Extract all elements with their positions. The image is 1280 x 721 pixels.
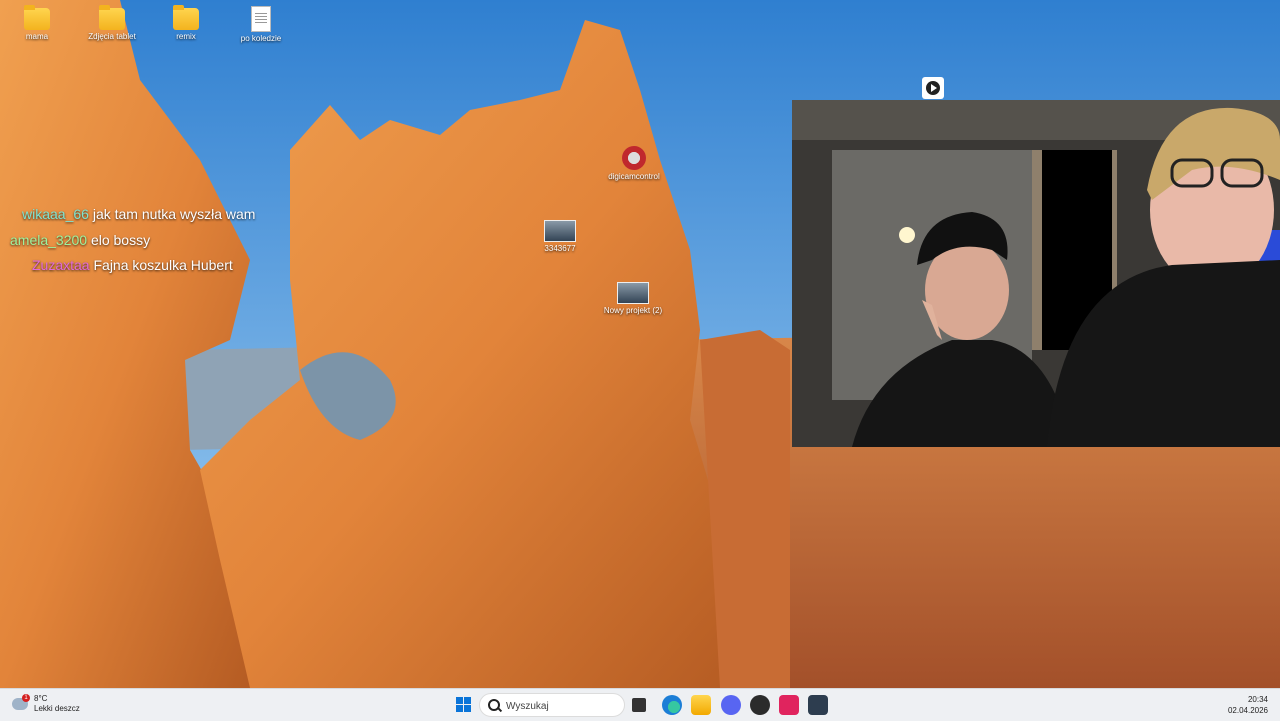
chat-username: Zuzaxtaa xyxy=(32,257,90,273)
desktop-icon-mama[interactable]: mama xyxy=(2,5,72,41)
desktop-icon-label: 3343677 xyxy=(544,244,576,253)
obs-icon[interactable] xyxy=(750,695,770,715)
clock-date: 02.04.2026 xyxy=(1227,706,1268,715)
discord-icon[interactable] xyxy=(721,695,741,715)
chat-username: amela_3200 xyxy=(10,232,88,248)
webcam-feed xyxy=(792,100,1280,447)
play-circle-icon[interactable] xyxy=(922,77,944,99)
desktop-icon-label: mama xyxy=(25,32,49,41)
desktop-icon-nowy-projekt[interactable]: Nowy projekt (2) xyxy=(598,282,668,315)
chat-message: amela_3200 elo bossy xyxy=(10,232,150,248)
chat-text: elo bossy xyxy=(90,232,151,248)
image-thumbnail-icon xyxy=(544,220,576,242)
desktop-icon-remix[interactable]: remix xyxy=(151,5,221,41)
desktop-icon-label: po koledzie xyxy=(240,34,282,43)
search-input[interactable] xyxy=(504,697,618,715)
edge-icon[interactable] xyxy=(662,695,682,715)
search-icon xyxy=(488,699,500,711)
task-view-icon[interactable] xyxy=(632,698,646,712)
image-thumbnail-icon xyxy=(617,282,649,304)
desktop-icon-3343677[interactable]: 3343677 xyxy=(525,220,595,253)
chat-text: Fajna koszulka Hubert xyxy=(93,257,233,273)
webcam-image xyxy=(792,100,1280,447)
desktop-icon-label: digicamcontrol xyxy=(608,172,660,181)
notification-badge: 1 xyxy=(22,694,30,702)
desktop-icon-label: Nowy projekt (2) xyxy=(603,306,663,315)
chat-message: Zuzaxtaa Fajna koszulka Hubert xyxy=(32,257,233,273)
weather-desc: Lekki deszcz xyxy=(34,704,80,713)
digicamcontrol-icon[interactable] xyxy=(808,695,828,715)
system-clock[interactable]: 20:34 02.04.2026 xyxy=(1228,694,1268,716)
desktop-icon-digicamcontrol[interactable]: digicamcontrol xyxy=(599,146,669,181)
weather-temp: 8°C xyxy=(34,694,48,703)
taskbar-search[interactable] xyxy=(479,693,625,717)
folder-icon xyxy=(99,5,125,30)
desktop-icon-label: Zdjęcia tablet xyxy=(88,32,136,41)
tiktok-icon[interactable] xyxy=(779,695,799,715)
taskbar: 1 8°C Lekki deszcz 20:34 02.04.2026 xyxy=(0,688,1280,721)
file-explorer-icon[interactable] xyxy=(691,695,711,715)
desktop-icon-po-koledzie[interactable]: po koledzie xyxy=(226,6,296,43)
folder-photo-icon xyxy=(24,5,50,30)
chat-username: wikaaa_66 xyxy=(22,206,89,222)
windows-start-icon[interactable] xyxy=(454,695,474,715)
clock-time: 20:34 xyxy=(1247,695,1268,704)
folder-icon xyxy=(173,5,199,30)
desktop-icon-label: remix xyxy=(176,32,196,41)
app-shortcut-icon xyxy=(622,146,646,170)
desktop-icon-zdjecia-tablet[interactable]: Zdjęcia tablet xyxy=(77,5,147,41)
document-icon xyxy=(251,6,271,32)
chat-message: wikaaa_66 jak tam nutka wyszła wam xyxy=(22,206,255,222)
chat-text: jak tam nutka wyszła wam xyxy=(92,206,256,222)
